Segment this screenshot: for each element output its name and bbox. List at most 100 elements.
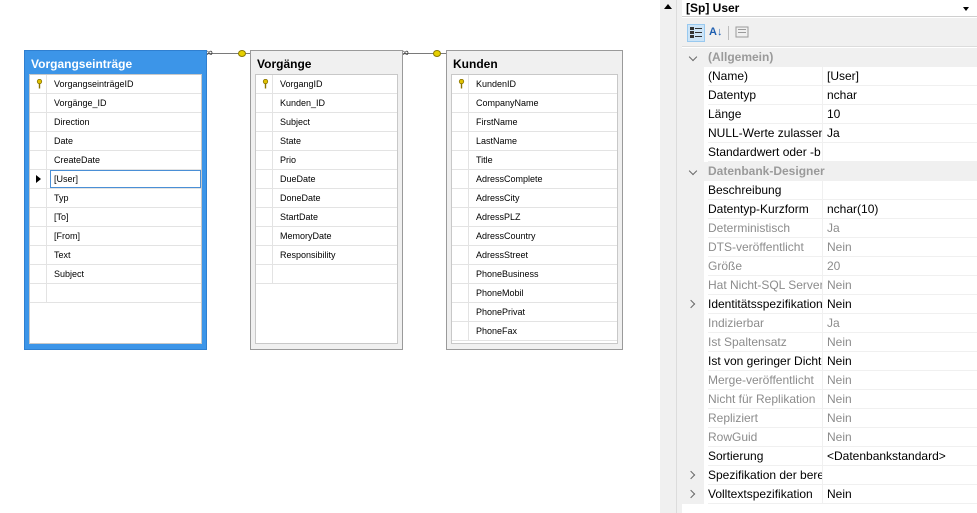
category-row-datenbank-designer[interactable]: Datenbank-Designer xyxy=(682,162,977,181)
column-row[interactable]: AdressPLZ xyxy=(452,208,617,227)
property-value[interactable] xyxy=(822,143,977,162)
property-value[interactable] xyxy=(822,466,977,485)
category-row-allgemein[interactable]: (Allgemein) xyxy=(682,48,977,67)
column-row[interactable]: Subject xyxy=(256,113,397,132)
property-row[interactable]: (Name) [User] xyxy=(682,67,977,86)
column-row[interactable]: PhoneBusiness xyxy=(452,265,617,284)
property-row-readonly[interactable]: Repliziert Nein xyxy=(682,409,977,428)
property-value[interactable]: 10 xyxy=(822,105,977,124)
property-value[interactable]: Nein xyxy=(822,352,977,371)
column-row[interactable]: State xyxy=(256,132,397,151)
property-row-readonly[interactable]: Größe 20 xyxy=(682,257,977,276)
column-row[interactable]: DueDate xyxy=(256,170,397,189)
property-row-readonly[interactable]: Indizierbar Ja xyxy=(682,314,977,333)
table-title[interactable]: Vorgänge xyxy=(251,57,402,72)
column-row[interactable]: AdressStreet xyxy=(452,246,617,265)
column-row[interactable]: PhoneFax xyxy=(452,322,617,341)
column-row[interactable]: Date xyxy=(30,132,201,151)
diagram-canvas[interactable]: ∞ ∞ Vorgangseinträge VorgangseinträgeID … xyxy=(0,0,660,513)
vertical-scrollbar[interactable] xyxy=(660,0,677,513)
property-value[interactable]: nchar(10) xyxy=(822,200,977,219)
chevron-down-icon[interactable] xyxy=(688,166,698,176)
property-value[interactable]: Ja xyxy=(822,124,977,143)
column-row[interactable]: Title xyxy=(452,151,617,170)
column-row[interactable]: FirstName xyxy=(452,113,617,132)
column-row[interactable]: CompanyName xyxy=(452,94,617,113)
column-row[interactable]: VorgangID xyxy=(256,75,397,94)
chevron-down-icon[interactable] xyxy=(688,52,698,62)
chevron-right-icon[interactable] xyxy=(686,299,696,309)
property-value[interactable]: Nein xyxy=(822,295,977,314)
column-row[interactable]: Typ xyxy=(30,189,201,208)
property-value[interactable] xyxy=(822,181,977,200)
column-row[interactable]: KundenID xyxy=(452,75,617,94)
property-row-readonly[interactable]: RowGuid Nein xyxy=(682,428,977,447)
property-row[interactable]: Länge 10 xyxy=(682,105,977,124)
object-selector[interactable]: [Sp] User xyxy=(682,0,977,17)
column-row[interactable]: Prio xyxy=(256,151,397,170)
property-value[interactable]: <Datenbankstandard> xyxy=(822,447,977,466)
property-grid: (Allgemein) (Name) [User] Datentyp nchar L… xyxy=(682,48,977,513)
categorized-button[interactable] xyxy=(687,24,705,42)
column-row-selected[interactable]: [User] xyxy=(30,170,201,189)
column-row[interactable]: AdressCity xyxy=(452,189,617,208)
chevron-down-icon[interactable] xyxy=(963,7,969,11)
column-row[interactable]: CreateDate xyxy=(30,151,201,170)
column-row[interactable]: Vorgänge_ID xyxy=(30,94,201,113)
column-name-editor[interactable]: [User] xyxy=(50,170,201,188)
property-row-readonly[interactable]: DTS-veröffentlicht Nein xyxy=(682,238,977,257)
table-title[interactable]: Vorgangseinträge xyxy=(25,57,206,72)
property-row-readonly[interactable]: Deterministisch Ja xyxy=(682,219,977,238)
property-row-expandable[interactable]: Spezifikation der bere xyxy=(682,466,977,485)
chevron-right-icon[interactable] xyxy=(686,489,696,499)
column-row-empty[interactable] xyxy=(30,284,201,303)
property-row[interactable]: Datentyp nchar xyxy=(682,86,977,105)
property-row[interactable]: Standardwert oder -b xyxy=(682,143,977,162)
property-row-readonly[interactable]: Merge-veröffentlicht Nein xyxy=(682,371,977,390)
column-row-empty[interactable] xyxy=(256,265,397,284)
column-row[interactable]: [From] xyxy=(30,227,201,246)
column-row[interactable]: PhoneMobil xyxy=(452,284,617,303)
column-row[interactable]: AdressCountry xyxy=(452,227,617,246)
property-row-readonly[interactable]: Hat Nicht-SQL Server Nein xyxy=(682,276,977,295)
column-row[interactable]: Kunden_ID xyxy=(256,94,397,113)
property-value[interactable]: [User] xyxy=(822,67,977,86)
column-row[interactable]: PhonePrivat xyxy=(452,303,617,322)
primary-key-icon xyxy=(36,79,43,89)
table-title[interactable]: Kunden xyxy=(447,57,622,72)
property-row[interactable]: Sortierung <Datenbankstandard> xyxy=(682,447,977,466)
table-vorgangseintraege[interactable]: Vorgangseinträge VorgangseinträgeID Vorg… xyxy=(24,50,207,350)
column-row[interactable]: Responsibility xyxy=(256,246,397,265)
column-row[interactable]: VorgangseinträgeID xyxy=(30,75,201,94)
column-row[interactable]: AdressComplete xyxy=(452,170,617,189)
column-row[interactable]: LastName xyxy=(452,132,617,151)
property-value: Nein xyxy=(822,333,977,352)
column-row[interactable]: Subject xyxy=(30,265,201,284)
property-row-readonly[interactable]: Nicht für Replikation Nein xyxy=(682,390,977,409)
column-row[interactable]: Direction xyxy=(30,113,201,132)
property-row[interactable]: NULL-Werte zulassen Ja xyxy=(682,124,977,143)
property-value[interactable]: nchar xyxy=(822,86,977,105)
property-value[interactable]: Nein xyxy=(822,485,977,504)
column-row[interactable]: Text xyxy=(30,246,201,265)
column-row[interactable]: MemoryDate xyxy=(256,227,397,246)
property-value: Nein xyxy=(822,428,977,447)
property-row[interactable]: Datentyp-Kurzform nchar(10) xyxy=(682,200,977,219)
column-grid: VorgangseinträgeID Vorgänge_ID Direction… xyxy=(29,74,202,344)
property-row[interactable]: Ist von geringer Dichte Nein xyxy=(682,352,977,371)
property-row[interactable]: Beschreibung xyxy=(682,181,977,200)
alphabetical-button[interactable]: A↓ xyxy=(707,24,725,42)
column-row[interactable]: StartDate xyxy=(256,208,397,227)
property-row-expandable[interactable]: Volltextspezifikation Nein xyxy=(682,485,977,504)
alphabetical-icon: A↓ xyxy=(709,26,723,38)
scroll-up-icon[interactable] xyxy=(664,4,672,9)
column-row[interactable]: [To] xyxy=(30,208,201,227)
property-pages-button[interactable] xyxy=(734,24,752,42)
table-kunden[interactable]: Kunden KundenID CompanyName FirstName La… xyxy=(446,50,623,350)
property-row-expandable[interactable]: Identitätsspezifikation Nein xyxy=(682,295,977,314)
table-vorgaenge[interactable]: Vorgänge VorgangID Kunden_ID Subject Sta… xyxy=(250,50,403,350)
column-row[interactable]: DoneDate xyxy=(256,189,397,208)
categorized-icon xyxy=(690,27,702,38)
chevron-right-icon[interactable] xyxy=(686,470,696,480)
property-row-readonly[interactable]: Ist Spaltensatz Nein xyxy=(682,333,977,352)
